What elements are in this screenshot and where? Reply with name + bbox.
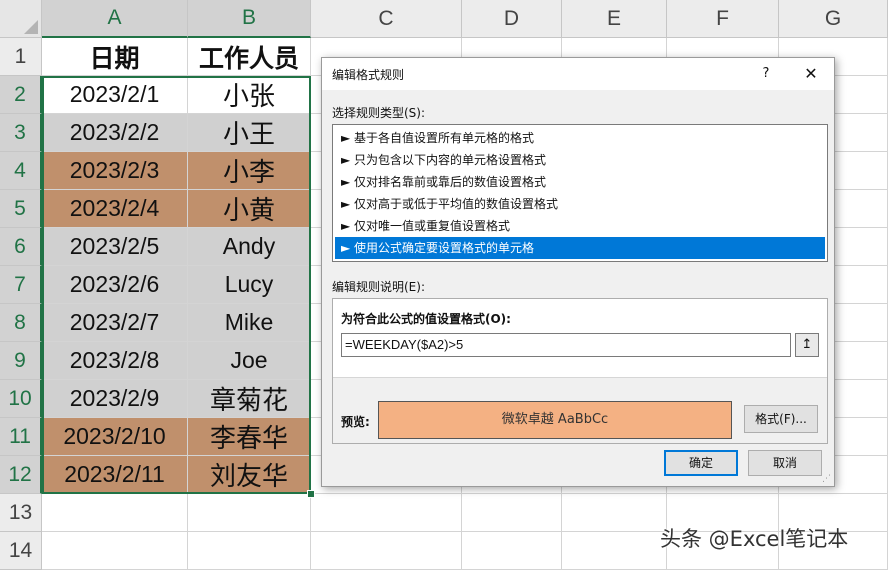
row-header[interactable]: 2: [0, 76, 42, 114]
staff-cell[interactable]: Mike: [188, 304, 311, 342]
fill-handle[interactable]: [307, 490, 315, 498]
row-header[interactable]: 13: [0, 494, 42, 532]
rule-type-item[interactable]: ► 仅对排名靠前或靠后的数值设置格式: [335, 171, 825, 193]
staff-cell[interactable]: 小李: [188, 152, 311, 190]
help-icon[interactable]: ?: [756, 64, 776, 84]
date-cell[interactable]: 2023/2/11: [42, 456, 188, 494]
row-header[interactable]: 7: [0, 266, 42, 304]
cell[interactable]: [562, 532, 667, 570]
preview-label: 预览:: [341, 415, 370, 429]
formula-input[interactable]: =WEEKDAY($A2)>5: [341, 333, 791, 357]
staff-cell[interactable]: 小张: [188, 76, 311, 114]
rule-type-item[interactable]: ► 仅对高于或低于平均值的数值设置格式: [335, 193, 825, 215]
cell[interactable]: [188, 494, 311, 532]
date-cell[interactable]: 2023/2/2: [42, 114, 188, 152]
select-all-triangle-icon: [24, 20, 38, 34]
row-header[interactable]: 5: [0, 190, 42, 228]
row-header[interactable]: 4: [0, 152, 42, 190]
cancel-button[interactable]: 取消: [748, 450, 822, 476]
column-headers: A B C D E F G: [42, 0, 888, 38]
rule-type-label: 选择规则类型(S):: [332, 106, 426, 120]
row-header[interactable]: 8: [0, 304, 42, 342]
staff-cell[interactable]: Lucy: [188, 266, 311, 304]
row-header[interactable]: 6: [0, 228, 42, 266]
date-cell[interactable]: 2023/2/4: [42, 190, 188, 228]
format-preview: 微软卓越 AaBbCc: [378, 401, 732, 439]
column-header-f[interactable]: F: [667, 0, 779, 38]
cell[interactable]: [42, 494, 188, 532]
dialog-titlebar[interactable]: 编辑格式规则 ? ✕: [322, 58, 834, 90]
date-cell[interactable]: 2023/2/10: [42, 418, 188, 456]
staff-cell[interactable]: 小黄: [188, 190, 311, 228]
cell[interactable]: [562, 494, 667, 532]
staff-cell[interactable]: 刘友华: [188, 456, 311, 494]
row-header[interactable]: 9: [0, 342, 42, 380]
rule-description-label: 编辑规则说明(E):: [332, 280, 425, 294]
dialog-title: 编辑格式规则: [332, 68, 405, 82]
rule-type-item[interactable]: ► 仅对唯一值或重复值设置格式: [335, 215, 825, 237]
date-cell[interactable]: 2023/2/8: [42, 342, 188, 380]
cell[interactable]: [188, 532, 311, 570]
rule-type-list[interactable]: ► 基于各自值设置所有单元格的格式 ► 只为包含以下内容的单元格设置格式 ► 仅对排…: [332, 124, 828, 262]
date-cell[interactable]: 2023/2/9: [42, 380, 188, 418]
row-header[interactable]: 12: [0, 456, 42, 494]
header-cell-staff[interactable]: 工作人员: [188, 38, 311, 76]
date-cell[interactable]: 2023/2/5: [42, 228, 188, 266]
column-header-g[interactable]: G: [779, 0, 888, 38]
staff-cell[interactable]: Andy: [188, 228, 311, 266]
edit-format-rule-dialog: 编辑格式规则 ? ✕ 选择规则类型(S): ► 基于各自值设置所有单元格的格式 ►…: [321, 57, 835, 487]
staff-cell[interactable]: 小王: [188, 114, 311, 152]
row-header[interactable]: 14: [0, 532, 42, 570]
watermark-text: 头条 @Excel笔记本: [660, 527, 849, 551]
cell[interactable]: [311, 494, 462, 532]
collapse-dialog-icon[interactable]: ↥: [795, 333, 819, 357]
cell[interactable]: [462, 494, 562, 532]
staff-cell[interactable]: Joe: [188, 342, 311, 380]
column-header-d[interactable]: D: [462, 0, 562, 38]
column-header-a[interactable]: A: [42, 0, 188, 38]
date-cell[interactable]: 2023/2/3: [42, 152, 188, 190]
row-headers: 1 2 3 4 5 6 7 8 9 10 11 12 13 14: [0, 38, 42, 570]
row-header[interactable]: 10: [0, 380, 42, 418]
select-all-corner[interactable]: [0, 0, 42, 38]
close-icon[interactable]: ✕: [800, 63, 822, 85]
cell[interactable]: [462, 532, 562, 570]
row-header[interactable]: 11: [0, 418, 42, 456]
staff-cell[interactable]: 李春华: [188, 418, 311, 456]
rule-type-item[interactable]: ► 使用公式确定要设置格式的单元格: [335, 237, 825, 259]
rule-description-group: 为符合此公式的值设置格式(O): =WEEKDAY($A2)>5 ↥ 预览: 微…: [332, 298, 828, 444]
formula-area: 为符合此公式的值设置格式(O): =WEEKDAY($A2)>5 ↥: [333, 299, 827, 378]
staff-cell[interactable]: 章菊花: [188, 380, 311, 418]
cell[interactable]: [42, 532, 188, 570]
date-cell[interactable]: 2023/2/6: [42, 266, 188, 304]
rule-type-item[interactable]: ► 基于各自值设置所有单元格的格式: [335, 127, 825, 149]
header-cell-date[interactable]: 日期: [42, 38, 188, 76]
row-header[interactable]: 3: [0, 114, 42, 152]
column-header-b[interactable]: B: [188, 0, 311, 38]
column-header-e[interactable]: E: [562, 0, 667, 38]
format-button[interactable]: 格式(F)...: [744, 405, 818, 433]
ok-button[interactable]: 确定: [664, 450, 738, 476]
resize-grip-icon[interactable]: ⋰: [822, 474, 832, 484]
cell[interactable]: [311, 532, 462, 570]
column-header-c[interactable]: C: [311, 0, 462, 38]
row-header[interactable]: 1: [0, 38, 42, 76]
date-cell[interactable]: 2023/2/1: [42, 76, 188, 114]
rule-type-item[interactable]: ► 只为包含以下内容的单元格设置格式: [335, 149, 825, 171]
formula-label: 为符合此公式的值设置格式(O):: [341, 312, 511, 326]
date-cell[interactable]: 2023/2/7: [42, 304, 188, 342]
